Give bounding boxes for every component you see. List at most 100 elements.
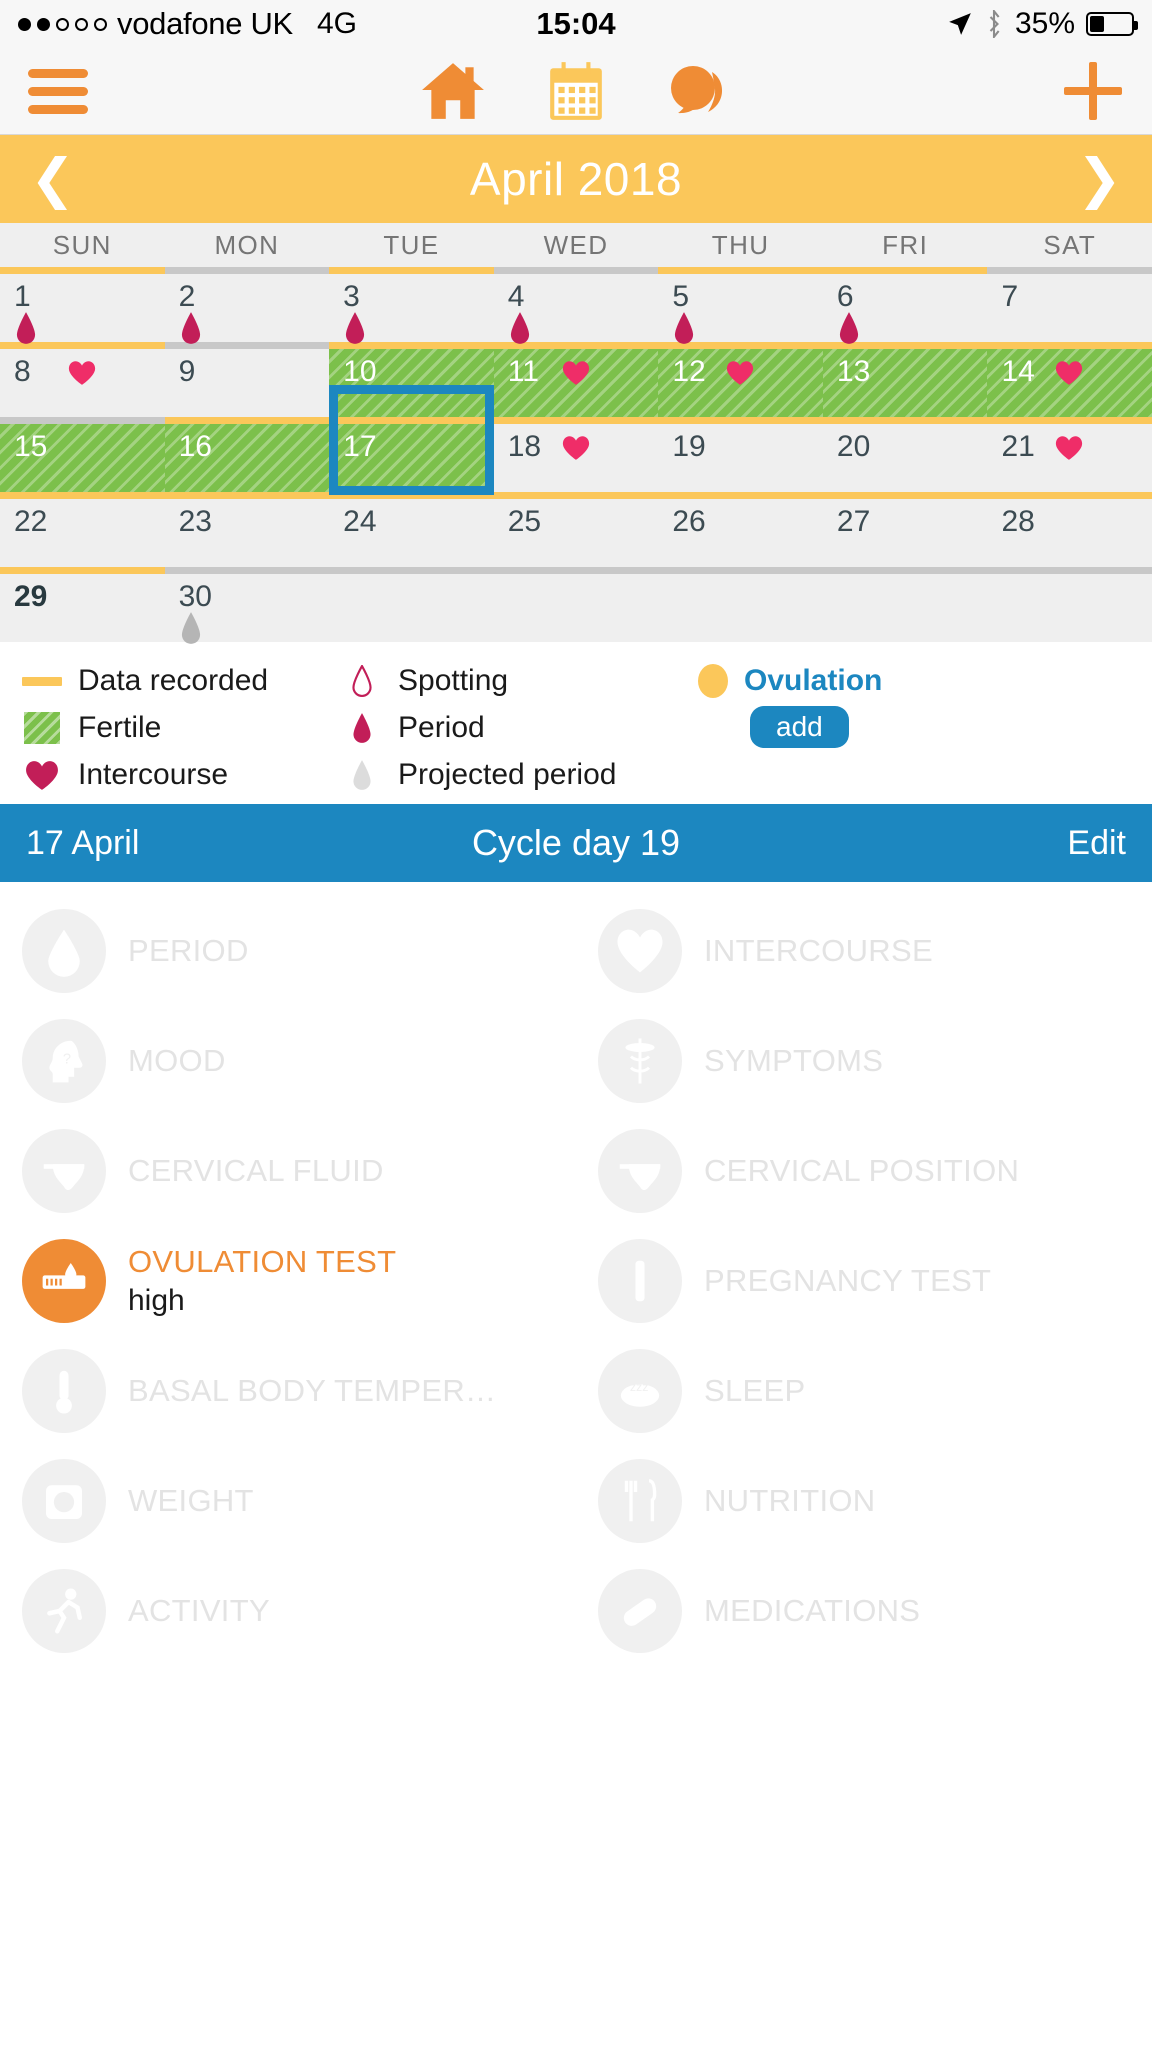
day-data-bar (0, 492, 165, 499)
tracker-item-basal-body-temper[interactable]: BASAL BODY TEMPER… (0, 1336, 576, 1446)
calendar-day-27[interactable]: 27 (822, 492, 988, 567)
calendar-day-1[interactable]: 1 (0, 267, 165, 344)
weekday-wed: WED (543, 229, 609, 260)
plus-icon[interactable] (1062, 60, 1124, 122)
day-data-bar (164, 417, 330, 424)
day-number: 2 (178, 280, 196, 313)
ovulation-dot-icon (698, 664, 728, 698)
scale-icon (46, 1485, 82, 1519)
calendar-day-4[interactable]: 4 (493, 267, 659, 344)
calendar-day-23[interactable]: 23 (164, 492, 330, 567)
calendar-day-8[interactable]: 8 (0, 342, 165, 417)
day-data-bar (493, 567, 659, 574)
day-number: 21 (1001, 430, 1035, 463)
tracker-texts: ACTIVITY (128, 1593, 270, 1629)
tracker-item-mood[interactable]: ? MOOD (0, 1006, 576, 1116)
calendar-day-12[interactable]: 12 (658, 342, 823, 417)
chat-bubble-icon[interactable] (666, 64, 732, 118)
previous-month-button[interactable]: ❮ (30, 152, 75, 206)
calendar-day-20[interactable]: 20 (822, 417, 988, 492)
tracker-item-symptoms[interactable]: SYMPTOMS (576, 1006, 1152, 1116)
weekday-sun: SUN (52, 229, 112, 260)
day-data-bar (987, 492, 1152, 499)
battery-percent-label: 35% (1014, 7, 1075, 40)
tracker-item-weight[interactable]: WEIGHT (0, 1446, 576, 1556)
tracker-label: PREGNANCY TEST (704, 1263, 992, 1298)
month-title: April 2018 (469, 153, 683, 205)
tracker-item-cervical-fluid[interactable]: CERVICAL FLUID (0, 1116, 576, 1226)
calendar-day-9[interactable]: 9 (164, 342, 330, 417)
day-data-bar (658, 417, 823, 424)
calendar-day-29[interactable]: 29 (0, 567, 165, 642)
tracker-item-nutrition[interactable]: NUTRITION (576, 1446, 1152, 1556)
day-number: 22 (14, 505, 48, 538)
day-data-bar (0, 417, 165, 424)
tracker-item-sleep[interactable]: zzz SLEEP (576, 1336, 1152, 1446)
period-drop-icon (48, 929, 80, 977)
calendar-day-28[interactable]: 28 (987, 492, 1152, 567)
tracker-label: OVULATION TEST (128, 1244, 397, 1279)
tracker-item-period[interactable]: PERIOD (0, 896, 576, 1006)
calendar-day-22[interactable]: 22 (0, 492, 165, 567)
tracker-item-pregnancy-test[interactable]: PREGNANCY TEST (576, 1226, 1152, 1336)
calendar-day-14[interactable]: 14 (987, 342, 1152, 417)
legend-label: Data recorded (78, 664, 269, 697)
calendar-day-26[interactable]: 26 (658, 492, 823, 567)
calendar-day-3[interactable]: 3 (329, 267, 494, 344)
calendar-day-6[interactable]: 6 (822, 267, 988, 344)
green-hatch-swatch (24, 712, 60, 744)
edit-button[interactable]: Edit (1067, 824, 1126, 863)
location-arrow-icon (949, 13, 971, 35)
bluetooth-icon (989, 10, 1000, 38)
tracker-item-cervical-position[interactable]: CERVICAL POSITION (576, 1116, 1152, 1226)
tracker-texts: OVULATION TEST high (128, 1244, 396, 1318)
tracker-icon-circle (598, 1019, 682, 1103)
calendar-day-24[interactable]: 24 (329, 492, 494, 567)
ovulation-add-button[interactable]: add (750, 706, 849, 748)
tracker-item-ovulation-test[interactable]: OVULATION TEST high (0, 1226, 576, 1336)
calendar-day-11[interactable]: 11 (493, 342, 659, 417)
day-number: 7 (1001, 280, 1019, 313)
mood-head-icon: ? (49, 1040, 83, 1083)
calendar-day-17[interactable]: 17 (329, 417, 494, 492)
home-icon[interactable] (420, 61, 486, 121)
calendar-day-15[interactable]: 15 (0, 417, 165, 492)
tracker-icon-circle: zzz (598, 1349, 682, 1433)
tracker-item-intercourse[interactable]: INTERCOURSE (576, 896, 1152, 1006)
runner-icon (47, 1588, 82, 1634)
calendar-day-13[interactable]: 13 (822, 342, 988, 417)
calendar-week-row: 15 16 17 18 19 20 21 (0, 385, 1152, 495)
calendar-day-21[interactable]: 21 (987, 417, 1152, 492)
tracker-icon-circle (22, 1129, 106, 1213)
calendar-day-16[interactable]: 16 (164, 417, 330, 492)
calendar-day-19[interactable]: 19 (658, 417, 823, 492)
tracker-item-activity[interactable]: ACTIVITY (0, 1556, 576, 1666)
calendar-day-7[interactable]: 7 (987, 267, 1152, 342)
day-number: 9 (178, 355, 196, 388)
day-number: 24 (343, 505, 377, 538)
tracker-item-medications[interactable]: MEDICATIONS (576, 1556, 1152, 1666)
hamburger-menu-icon[interactable] (28, 68, 88, 114)
tracker-label: SLEEP (704, 1373, 806, 1408)
tracker-icon-circle (22, 1569, 106, 1653)
day-number: 17 (343, 430, 377, 463)
calendar-day-18[interactable]: 18 (493, 417, 659, 492)
tracker-row: OVULATION TEST high PREGNANCY TEST (0, 1226, 1152, 1336)
calendar-icon[interactable] (548, 60, 604, 122)
yellow-bar-swatch (22, 676, 62, 686)
tracker-list: PERIOD INTERCOURSE? MOOD SYMPTOMS CERVICAL F… (0, 882, 1152, 1666)
tracker-label: WEIGHT (128, 1483, 254, 1518)
underwear-icon (619, 1164, 661, 1191)
day-data-bar (493, 417, 659, 424)
calendar-day-30[interactable]: 30 (164, 567, 330, 644)
legend-item-period: Period (342, 711, 672, 745)
calendar-day-10[interactable]: 10 (329, 342, 494, 417)
calendar-day-2[interactable]: 2 (164, 267, 330, 344)
svg-text:?: ? (63, 1051, 71, 1067)
calendar-day-25[interactable]: 25 (493, 492, 659, 567)
day-number: 13 (836, 355, 871, 388)
month-header: ❮ April 2018 ❯ (0, 135, 1152, 223)
calendar-day-5[interactable]: 5 (658, 267, 823, 344)
next-month-button[interactable]: ❯ (1077, 152, 1122, 206)
heart-icon (68, 361, 96, 385)
